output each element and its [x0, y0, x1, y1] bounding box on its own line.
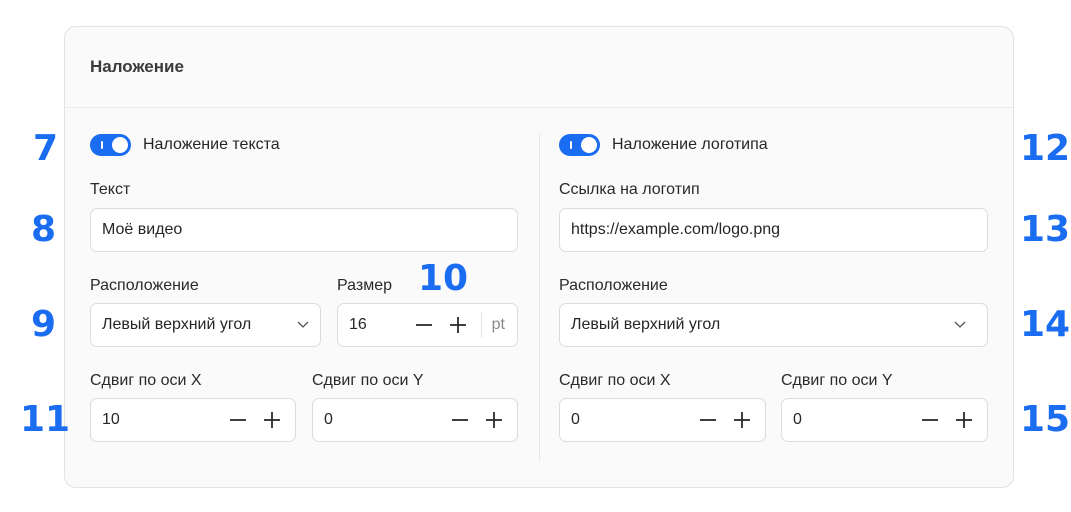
text-offset-y-buttons: [449, 409, 505, 431]
chevron-down-icon: [953, 318, 967, 332]
text-size-stepper-buttons: pt: [413, 312, 517, 338]
logo-overlay-toggle[interactable]: [559, 134, 600, 156]
plus-icon[interactable]: [261, 409, 283, 431]
minus-icon[interactable]: [413, 314, 435, 336]
overlay-settings-card: Наложение Наложение текста Текст Моё вид…: [64, 26, 1014, 488]
text-offset-x-buttons: [227, 409, 283, 431]
logo-offset-y-value: 0: [793, 411, 802, 428]
logo-position-select[interactable]: Левый верхний угол: [559, 303, 988, 347]
text-overlay-toggle-row: Наложение текста: [90, 133, 280, 157]
logo-offset-y-label: Сдвиг по оси Y: [781, 372, 893, 389]
marker-8: 8: [31, 209, 57, 250]
chevron-down-icon: [296, 318, 310, 332]
marker-9: 9: [31, 304, 57, 345]
marker-15: 15: [1020, 399, 1071, 440]
logo-offset-x-label: Сдвиг по оси X: [559, 372, 671, 389]
logo-offset-x-value: 0: [571, 411, 580, 428]
logo-offset-x-buttons: [697, 409, 753, 431]
text-overlay-toggle[interactable]: [90, 134, 131, 156]
logo-offset-y-buttons: [919, 409, 975, 431]
card-title: Наложение: [90, 57, 184, 76]
marker-11: 11: [20, 399, 71, 440]
unit-divider: [480, 312, 482, 338]
column-divider: [539, 133, 540, 461]
text-size-label: Размер: [337, 277, 392, 294]
marker-7: 7: [33, 128, 59, 169]
marker-14: 14: [1020, 304, 1071, 345]
text-position-value: Левый верхний угол: [102, 316, 252, 333]
marker-13: 13: [1020, 209, 1071, 250]
logo-url-value: https://example.com/logo.png: [571, 221, 781, 238]
text-size-stepper[interactable]: 16 pt: [337, 303, 518, 347]
logo-url-input[interactable]: https://example.com/logo.png: [559, 208, 988, 252]
minus-icon[interactable]: [227, 409, 249, 431]
text-label: Текст: [90, 181, 131, 198]
text-overlay-toggle-label: Наложение текста: [143, 136, 280, 153]
text-offset-x-value: 10: [102, 411, 120, 428]
logo-position-value: Левый верхний угол: [571, 316, 721, 333]
text-position-label: Расположение: [90, 277, 199, 294]
text-input-value: Моё видео: [102, 221, 183, 238]
logo-offset-x-stepper[interactable]: 0: [559, 398, 766, 442]
plus-icon[interactable]: [447, 314, 469, 336]
logo-overlay-toggle-label: Наложение логотипа: [612, 136, 768, 153]
text-size-value: 16: [349, 316, 367, 333]
plus-icon[interactable]: [953, 409, 975, 431]
minus-icon[interactable]: [449, 409, 471, 431]
minus-icon[interactable]: [919, 409, 941, 431]
minus-icon[interactable]: [697, 409, 719, 431]
text-position-select[interactable]: Левый верхний угол: [90, 303, 321, 347]
marker-12: 12: [1020, 128, 1071, 169]
logo-position-label: Расположение: [559, 277, 668, 294]
text-size-unit: pt: [491, 316, 505, 333]
plus-icon[interactable]: [483, 409, 505, 431]
text-offset-y-value: 0: [324, 411, 333, 428]
logo-url-label: Ссылка на логотип: [559, 181, 700, 198]
text-input[interactable]: Моё видео: [90, 208, 518, 252]
text-offset-y-stepper[interactable]: 0: [312, 398, 518, 442]
text-offset-x-label: Сдвиг по оси X: [90, 372, 202, 389]
logo-offset-y-stepper[interactable]: 0: [781, 398, 988, 442]
card-header: Наложение: [65, 27, 1013, 108]
text-offset-y-label: Сдвиг по оси Y: [312, 372, 424, 389]
marker-10: 10: [418, 258, 469, 299]
plus-icon[interactable]: [731, 409, 753, 431]
logo-overlay-toggle-row: Наложение логотипа: [559, 133, 768, 157]
text-offset-x-stepper[interactable]: 10: [90, 398, 296, 442]
